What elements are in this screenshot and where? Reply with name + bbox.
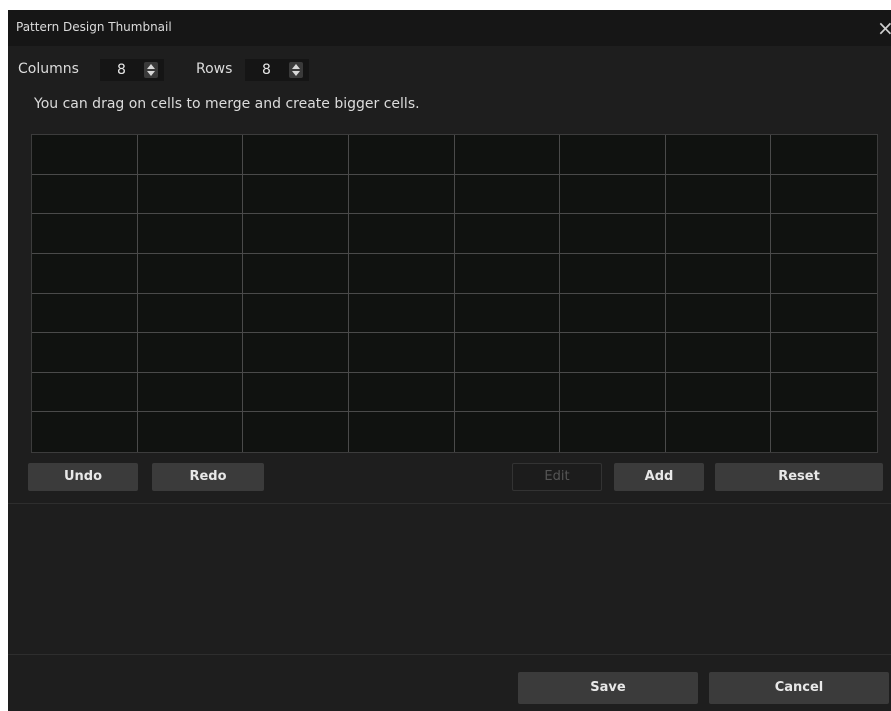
grid-cell[interactable] bbox=[771, 175, 877, 215]
grid-cell[interactable] bbox=[665, 253, 772, 294]
grid-cell[interactable] bbox=[137, 253, 244, 294]
grid-cell[interactable] bbox=[560, 372, 666, 413]
grid-cell[interactable] bbox=[771, 214, 877, 254]
grid-cell[interactable] bbox=[665, 293, 772, 334]
grid-cell[interactable] bbox=[665, 372, 772, 413]
arrow-down-icon[interactable] bbox=[147, 71, 155, 76]
grid-cell[interactable] bbox=[771, 254, 877, 294]
grid-cell[interactable] bbox=[454, 293, 561, 334]
grid-cell[interactable] bbox=[348, 253, 455, 294]
save-button[interactable]: Save bbox=[518, 672, 698, 704]
grid-cell[interactable] bbox=[771, 294, 877, 334]
grid-cell[interactable] bbox=[243, 253, 349, 294]
grid-cell[interactable] bbox=[560, 333, 666, 373]
grid-cell[interactable] bbox=[243, 372, 349, 413]
grid-cell[interactable] bbox=[560, 293, 666, 334]
grid-cell[interactable] bbox=[138, 412, 244, 452]
rows-label: Rows bbox=[196, 61, 233, 77]
grid-cell[interactable] bbox=[454, 333, 561, 373]
grid-cell[interactable] bbox=[243, 293, 349, 334]
grid-cell[interactable] bbox=[560, 174, 666, 215]
grid-cell[interactable] bbox=[771, 135, 877, 175]
pattern-design-dialog: Pattern Design Thumbnail × Columns 8 Row… bbox=[8, 10, 891, 711]
reset-button[interactable]: Reset bbox=[715, 463, 883, 491]
window-title: Pattern Design Thumbnail bbox=[16, 20, 172, 34]
grid-cell[interactable] bbox=[32, 293, 138, 334]
grid-cell[interactable] bbox=[454, 135, 561, 175]
grid-cell[interactable] bbox=[32, 214, 138, 254]
columns-label: Columns bbox=[18, 61, 79, 77]
grid-cell[interactable] bbox=[349, 412, 455, 452]
grid-cell[interactable] bbox=[32, 333, 138, 373]
divider bbox=[8, 503, 891, 504]
rows-value[interactable]: 8 bbox=[262, 62, 271, 78]
arrow-down-icon[interactable] bbox=[292, 71, 300, 76]
grid-cell[interactable] bbox=[137, 174, 244, 215]
edit-button[interactable]: Edit bbox=[512, 463, 602, 491]
rows-stepper[interactable]: 8 bbox=[245, 59, 309, 81]
stepper-arrows-icon[interactable] bbox=[289, 62, 303, 78]
arrow-up-icon[interactable] bbox=[147, 64, 155, 69]
arrow-up-icon[interactable] bbox=[292, 64, 300, 69]
grid-cell[interactable] bbox=[771, 373, 877, 413]
grid-cell[interactable] bbox=[32, 135, 138, 175]
stepper-arrows-icon[interactable] bbox=[144, 62, 158, 78]
grid-cell[interactable] bbox=[560, 253, 666, 294]
divider bbox=[8, 654, 891, 655]
grid-cell[interactable] bbox=[455, 412, 561, 452]
grid-cell[interactable] bbox=[32, 253, 138, 294]
grid-cell[interactable] bbox=[137, 293, 244, 334]
redo-button[interactable]: Redo bbox=[152, 463, 264, 491]
grid-cell[interactable] bbox=[348, 135, 455, 175]
grid-cell[interactable] bbox=[454, 253, 561, 294]
grid-cell[interactable] bbox=[771, 412, 877, 452]
close-icon[interactable]: × bbox=[877, 16, 891, 40]
grid-cell[interactable] bbox=[560, 214, 666, 254]
grid-cell[interactable] bbox=[243, 214, 349, 254]
grid-cell[interactable] bbox=[32, 174, 138, 215]
add-button[interactable]: Add bbox=[614, 463, 704, 491]
columns-stepper[interactable]: 8 bbox=[100, 59, 164, 81]
cancel-button[interactable]: Cancel bbox=[709, 672, 889, 704]
title-bar: Pattern Design Thumbnail × bbox=[8, 10, 891, 46]
grid-cell[interactable] bbox=[665, 135, 772, 175]
grid-cell[interactable] bbox=[454, 214, 561, 254]
grid-cell[interactable] bbox=[137, 372, 244, 413]
grid-cell[interactable] bbox=[560, 412, 666, 452]
grid-cell[interactable] bbox=[137, 333, 244, 373]
grid-cell[interactable] bbox=[560, 135, 666, 175]
grid-cell[interactable] bbox=[348, 214, 455, 254]
grid-cell[interactable] bbox=[666, 412, 772, 452]
grid-cell[interactable] bbox=[665, 333, 772, 373]
grid-cell[interactable] bbox=[771, 333, 877, 373]
pattern-grid[interactable] bbox=[31, 134, 878, 453]
grid-cell[interactable] bbox=[243, 174, 349, 215]
grid-cell[interactable] bbox=[137, 214, 244, 254]
grid-cell[interactable] bbox=[454, 174, 561, 215]
grid-cell[interactable] bbox=[665, 174, 772, 215]
grid-cell[interactable] bbox=[243, 412, 349, 452]
grid-cell[interactable] bbox=[348, 333, 455, 373]
grid-cell[interactable] bbox=[348, 293, 455, 334]
grid-cell[interactable] bbox=[665, 214, 772, 254]
merge-hint: You can drag on cells to merge and creat… bbox=[34, 96, 420, 112]
grid-cell[interactable] bbox=[32, 412, 138, 452]
grid-cell[interactable] bbox=[454, 372, 561, 413]
grid-cell[interactable] bbox=[243, 333, 349, 373]
columns-value[interactable]: 8 bbox=[117, 62, 126, 78]
grid-cell[interactable] bbox=[348, 174, 455, 215]
grid-cell[interactable] bbox=[32, 372, 138, 413]
grid-cell[interactable] bbox=[348, 372, 455, 413]
grid-cell[interactable] bbox=[137, 135, 244, 175]
grid-cell[interactable] bbox=[243, 135, 349, 175]
undo-button[interactable]: Undo bbox=[28, 463, 138, 491]
